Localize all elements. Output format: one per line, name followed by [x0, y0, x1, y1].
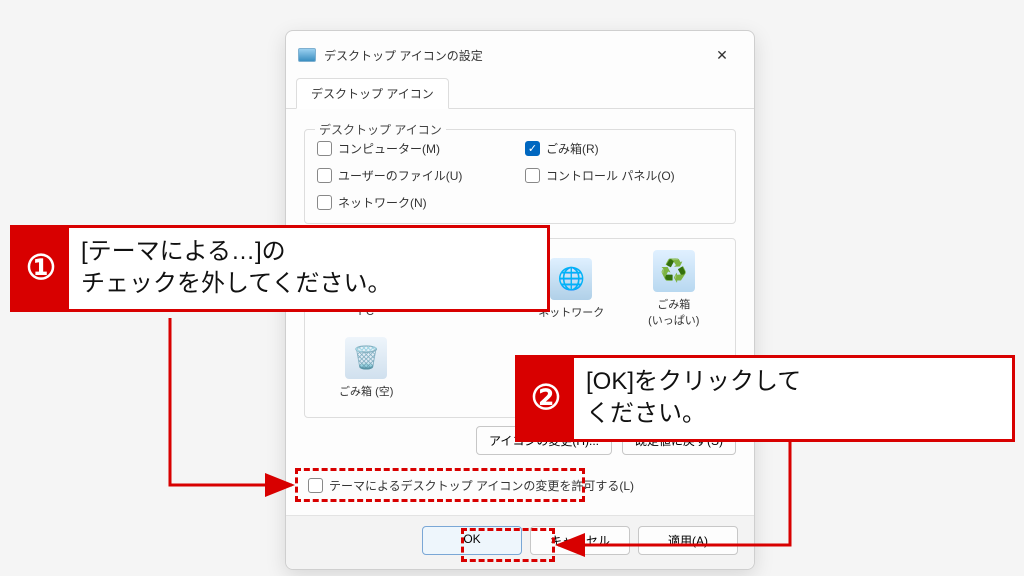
cancel-button[interactable]: キャンセル — [530, 526, 630, 555]
dialog-title: デスクトップ アイコンの設定 — [324, 47, 702, 64]
annotation-step2: ② [OK]をクリックして ください。 — [515, 355, 1015, 442]
theme-allow-label: テーマによるデスクトップ アイコンの変更を許可する(L) — [329, 477, 634, 494]
checkbox-label: コントロール パネル(O) — [546, 167, 675, 184]
checkbox-label: ネットワーク(N) — [338, 194, 427, 211]
tab-strip: デスクトップ アイコン — [286, 77, 754, 109]
checkbox-label: ユーザーのファイル(U) — [338, 167, 462, 184]
checkbox-icon — [317, 168, 332, 183]
checkbox-icon — [308, 478, 323, 493]
dialog-footer: OK キャンセル 適用(A) — [286, 515, 754, 569]
checkbox-recycle[interactable]: ごみ箱(R) — [525, 140, 723, 157]
recycle-empty-icon: 🗑️ — [345, 337, 387, 379]
checkbox-controlpanel[interactable]: コントロール パネル(O) — [525, 167, 723, 184]
desktop-icons-group: デスクトップ アイコン コンピューター(M) ごみ箱(R) ユーザーのファイル(… — [304, 129, 736, 224]
checkbox-icon — [317, 141, 332, 156]
preview-label: ごみ箱 (空) — [339, 383, 393, 399]
preview-recycle-empty[interactable]: 🗑️ ごみ箱 (空) — [339, 337, 393, 399]
step-number-badge: ② — [518, 358, 574, 439]
checkbox-label: ごみ箱(R) — [546, 140, 599, 157]
annotation-text: [OK]をクリックして ください。 — [574, 358, 815, 439]
network-icon: 🌐 — [550, 258, 592, 300]
apply-button[interactable]: 適用(A) — [638, 526, 738, 555]
annotation-text: [テーマによる…]の チェックを外してください。 — [69, 228, 406, 309]
checkbox-icon — [317, 195, 332, 210]
checkbox-label: コンピューター(M) — [338, 140, 440, 157]
group-title: デスクトップ アイコン — [315, 121, 446, 138]
display-settings-icon — [298, 48, 316, 62]
theme-allow-checkbox[interactable]: テーマによるデスクトップ アイコンの変更を許可する(L) — [304, 471, 736, 500]
annotation-step1: ① [テーマによる…]の チェックを外してください。 — [10, 225, 550, 312]
checkbox-icon — [525, 141, 540, 156]
checkbox-computer[interactable]: コンピューター(M) — [317, 140, 515, 157]
ok-button[interactable]: OK — [422, 526, 522, 555]
close-button[interactable]: ✕ — [702, 41, 742, 69]
checkbox-userfiles[interactable]: ユーザーのファイル(U) — [317, 167, 515, 184]
title-bar: デスクトップ アイコンの設定 ✕ — [286, 31, 754, 77]
preview-recycle-full[interactable]: ♻️ ごみ箱 (いっぱい) — [648, 250, 699, 328]
recycle-full-icon: ♻️ — [653, 250, 695, 292]
preview-label: ごみ箱 (いっぱい) — [648, 296, 699, 328]
tab-desktop-icons[interactable]: デスクトップ アイコン — [296, 78, 449, 109]
checkbox-network[interactable]: ネットワーク(N) — [317, 194, 515, 211]
step-number-badge: ① — [13, 228, 69, 309]
checkbox-icon — [525, 168, 540, 183]
